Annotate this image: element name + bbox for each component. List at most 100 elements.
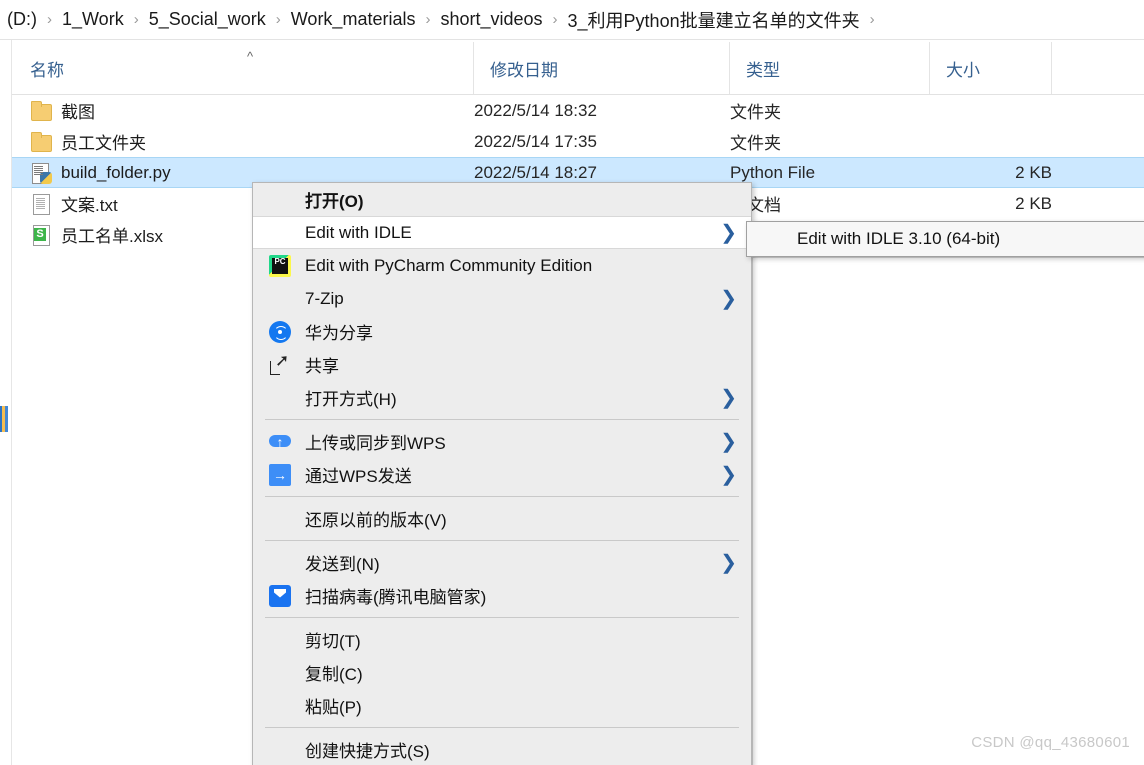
breadcrumb[interactable]: (D:) › 1_Work › 5_Social_work › Work_materials… <box>0 0 1144 40</box>
column-header-row[interactable]: 名称 ^ 修改日期 类型 大小 <box>12 42 1144 95</box>
context-menu[interactable]: 打开(O) Edit with IDLE ❯ Edit with PyCharm Co… <box>252 182 752 765</box>
menu-item[interactable]: 上传或同步到WPS ❯ <box>253 425 751 458</box>
navigation-pane-edge <box>0 40 12 765</box>
folder-icon <box>30 100 52 122</box>
table-row[interactable]: 员工文件夹 2022/5/14 17:35 文件夹 <box>12 126 1144 157</box>
menu-separator <box>265 419 739 420</box>
breadcrumb-separator-icon: › <box>869 11 875 28</box>
menu-item[interactable]: Edit with PyCharm Community Edition <box>253 249 751 282</box>
menu-item[interactable]: 共享 <box>253 348 751 381</box>
file-size-cell: 2 KB <box>1015 162 1052 182</box>
file-explorer-window: (D:) › 1_Work › 5_Social_work › Work_materials… <box>0 0 1144 765</box>
excel-file-icon <box>30 224 52 246</box>
huawei-share-icon <box>269 320 291 343</box>
breadcrumb-separator-icon: › <box>552 11 558 28</box>
breadcrumb-item-4[interactable]: short_videos <box>437 7 545 32</box>
details-pane <box>752 257 1144 765</box>
wps-upload-icon <box>269 431 291 453</box>
menu-item-label: 发送到(N) <box>305 555 380 574</box>
menu-item[interactable]: 扫描病毒(腾讯电脑管家) <box>253 579 751 612</box>
menu-item[interactable]: Edit with IDLE ❯ <box>253 216 751 249</box>
file-name-label: 员工文件夹 <box>61 134 146 153</box>
chevron-right-icon: ❯ <box>720 287 737 310</box>
menu-item-label: 打开(O) <box>305 192 364 211</box>
menu-item[interactable]: 7-Zip ❯ <box>253 282 751 315</box>
menu-item[interactable]: 复制(C) <box>253 656 751 689</box>
pycharm-icon <box>269 254 291 277</box>
submenu-item[interactable]: Edit with IDLE 3.10 (64-bit) <box>747 222 1144 256</box>
menu-item-label: 7-Zip <box>305 288 344 308</box>
menu-item-label: 还原以前的版本(V) <box>305 511 447 530</box>
breadcrumb-separator-icon: › <box>425 11 431 28</box>
wps-send-icon <box>269 463 291 486</box>
menu-item-label: 创建快捷方式(S) <box>305 742 430 761</box>
breadcrumb-separator-icon: › <box>275 11 281 28</box>
file-name-cell[interactable]: 员工文件夹 <box>30 129 146 154</box>
file-name-cell[interactable]: 员工名单.xlsx <box>30 222 163 247</box>
chevron-right-icon: ❯ <box>720 221 737 244</box>
breadcrumb-separator-icon: › <box>133 11 139 28</box>
menu-item[interactable]: 打开方式(H) ❯ <box>253 381 751 414</box>
breadcrumb-item-3[interactable]: Work_materials <box>288 7 419 32</box>
text-file-icon <box>30 193 52 215</box>
menu-separator <box>265 496 739 497</box>
menu-item-label: 华为分享 <box>305 324 373 343</box>
file-date-cell: 2022/5/14 18:32 <box>474 100 597 120</box>
column-header-date: 修改日期 <box>474 42 730 94</box>
column-header-size-label: 大小 <box>946 60 980 80</box>
submenu-item-label: Edit with IDLE 3.10 (64-bit) <box>797 229 1001 248</box>
breadcrumb-item-5[interactable]: 3_利用Python批量建立名单的文件夹 <box>565 5 863 35</box>
file-date-cell: 2022/5/14 18:27 <box>474 162 597 182</box>
chevron-right-icon: ❯ <box>720 430 737 453</box>
menu-item-label: 扫描病毒(腾讯电脑管家) <box>305 588 487 607</box>
menu-item-label: 剪切(T) <box>305 632 361 651</box>
sort-ascending-icon: ^ <box>247 49 254 64</box>
menu-item-label: 通过WPS发送 <box>305 467 412 486</box>
file-name-label: 截图 <box>61 103 95 122</box>
chevron-right-icon: ❯ <box>720 463 737 486</box>
menu-item-label: 共享 <box>305 357 339 376</box>
menu-item-label: Edit with IDLE <box>305 222 412 242</box>
context-submenu[interactable]: Edit with IDLE 3.10 (64-bit) <box>746 221 1144 257</box>
menu-item[interactable]: 发送到(N) ❯ <box>253 546 751 579</box>
share-icon <box>269 352 291 376</box>
file-type-cell: 文件夹 <box>730 103 781 122</box>
breadcrumb-separator-icon: › <box>47 11 52 28</box>
folder-icon <box>30 131 52 153</box>
menu-separator <box>265 727 739 728</box>
file-name-cell[interactable]: build_folder.py <box>30 162 171 184</box>
file-name-label: 员工名单.xlsx <box>61 227 163 246</box>
file-name-label: 文案.txt <box>61 196 118 215</box>
menu-item[interactable]: 华为分享 <box>253 315 751 348</box>
chevron-right-icon: ❯ <box>720 386 737 409</box>
menu-separator <box>265 540 739 541</box>
navigation-pane-item-icon <box>0 406 8 432</box>
menu-item[interactable]: 创建快捷方式(S) <box>253 733 751 765</box>
table-row[interactable]: 截图 2022/5/14 18:32 文件夹 <box>12 95 1144 126</box>
menu-item-label: 上传或同步到WPS <box>305 434 446 453</box>
file-name-cell[interactable]: 截图 <box>30 98 95 123</box>
menu-item[interactable]: 粘贴(P) <box>253 689 751 722</box>
menu-item-label: Edit with PyCharm Community Edition <box>305 255 593 275</box>
column-header-date-label: 修改日期 <box>490 60 558 80</box>
column-header-type-label: 类型 <box>746 60 780 80</box>
menu-item[interactable]: 还原以前的版本(V) <box>253 502 751 535</box>
menu-item[interactable]: 通过WPS发送 ❯ <box>253 458 751 491</box>
chevron-right-icon: ❯ <box>720 551 737 574</box>
column-header-size: 大小 <box>930 42 1052 94</box>
menu-item-label: 粘贴(P) <box>305 698 362 717</box>
file-date-cell: 2022/5/14 17:35 <box>474 131 597 151</box>
menu-separator <box>265 617 739 618</box>
breadcrumb-item-1[interactable]: 1_Work <box>59 7 127 32</box>
file-name-label: build_folder.py <box>61 162 171 182</box>
breadcrumb-item-0[interactable]: (D:) <box>4 7 40 32</box>
column-header-type: 类型 <box>730 42 930 94</box>
python-file-icon <box>30 162 52 184</box>
menu-item[interactable]: 剪切(T) <box>253 623 751 656</box>
file-name-cell[interactable]: 文案.txt <box>30 191 118 216</box>
file-type-cell: 文件夹 <box>730 134 781 153</box>
file-type-cell: Python File <box>730 162 816 182</box>
breadcrumb-item-2[interactable]: 5_Social_work <box>146 7 269 32</box>
column-header-name: 名称 ^ <box>12 42 474 94</box>
menu-item[interactable]: 打开(O) <box>253 183 751 216</box>
